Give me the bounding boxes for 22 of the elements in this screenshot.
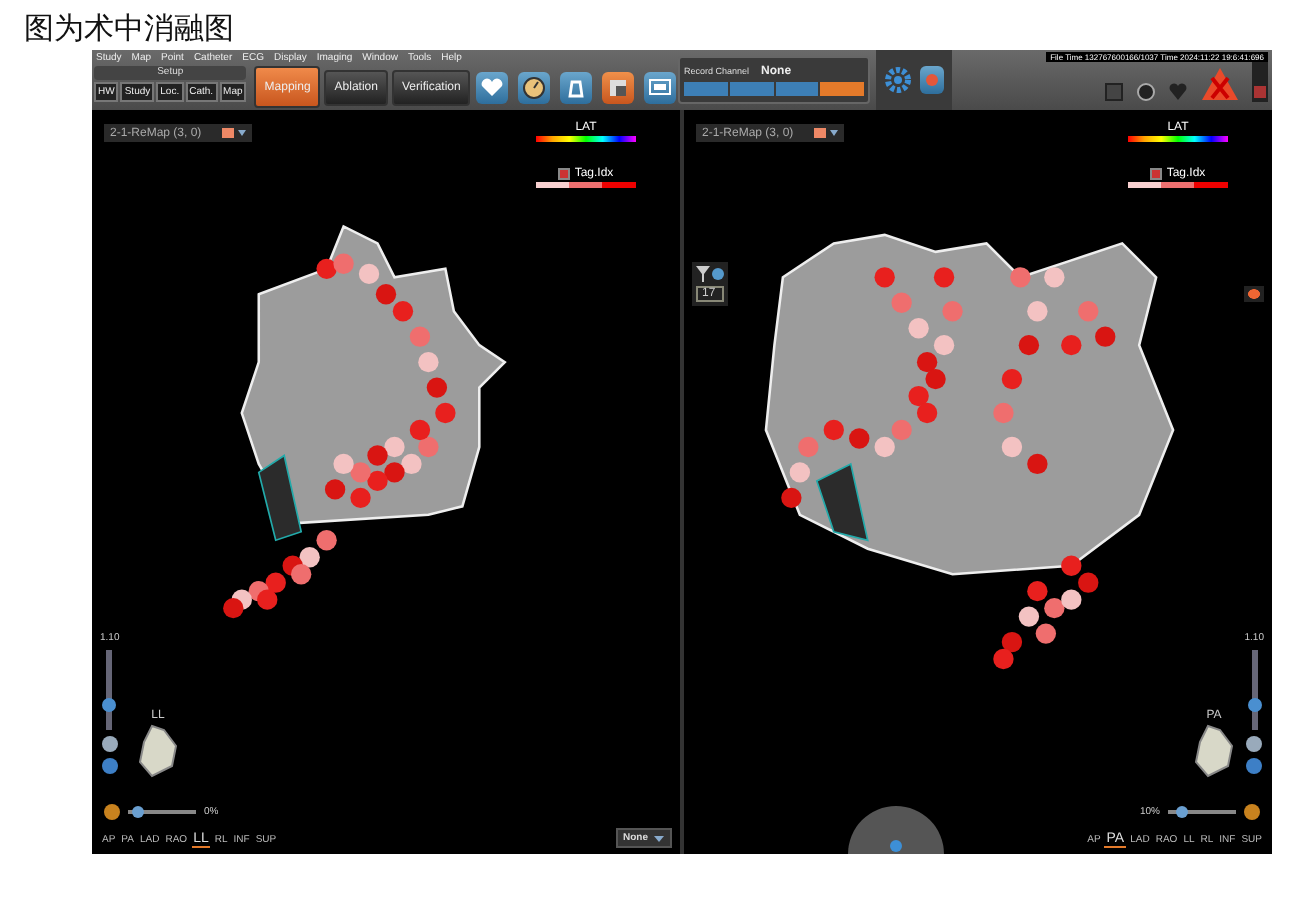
- color-scale: [1128, 136, 1228, 142]
- disc-icon[interactable]: [1136, 82, 1156, 102]
- checkbox[interactable]: [1150, 168, 1163, 180]
- camera-dial[interactable]: [848, 802, 944, 854]
- color-scale: [536, 182, 636, 188]
- color-scale: [1128, 182, 1228, 188]
- heart-icon: [1192, 722, 1236, 778]
- window-icon[interactable]: [644, 72, 677, 104]
- gear-icon[interactable]: [884, 66, 912, 94]
- zoom-slider[interactable]: [1251, 650, 1258, 730]
- color-icon[interactable]: [1244, 286, 1264, 302]
- heart-icon: [136, 722, 180, 778]
- gauge-icon[interactable]: [518, 72, 551, 104]
- caret-icon: [654, 835, 664, 841]
- filter-icon[interactable]: [696, 266, 724, 282]
- checkbox[interactable]: [558, 168, 571, 180]
- dropdown-icon[interactable]: [221, 126, 246, 140]
- zoom-slider[interactable]: [106, 650, 113, 730]
- color-scale: [536, 136, 636, 142]
- figure-caption: 图为术中消融图: [22, 8, 236, 50]
- battery-icon: [1252, 62, 1268, 102]
- dropdown-icon[interactable]: [813, 126, 838, 140]
